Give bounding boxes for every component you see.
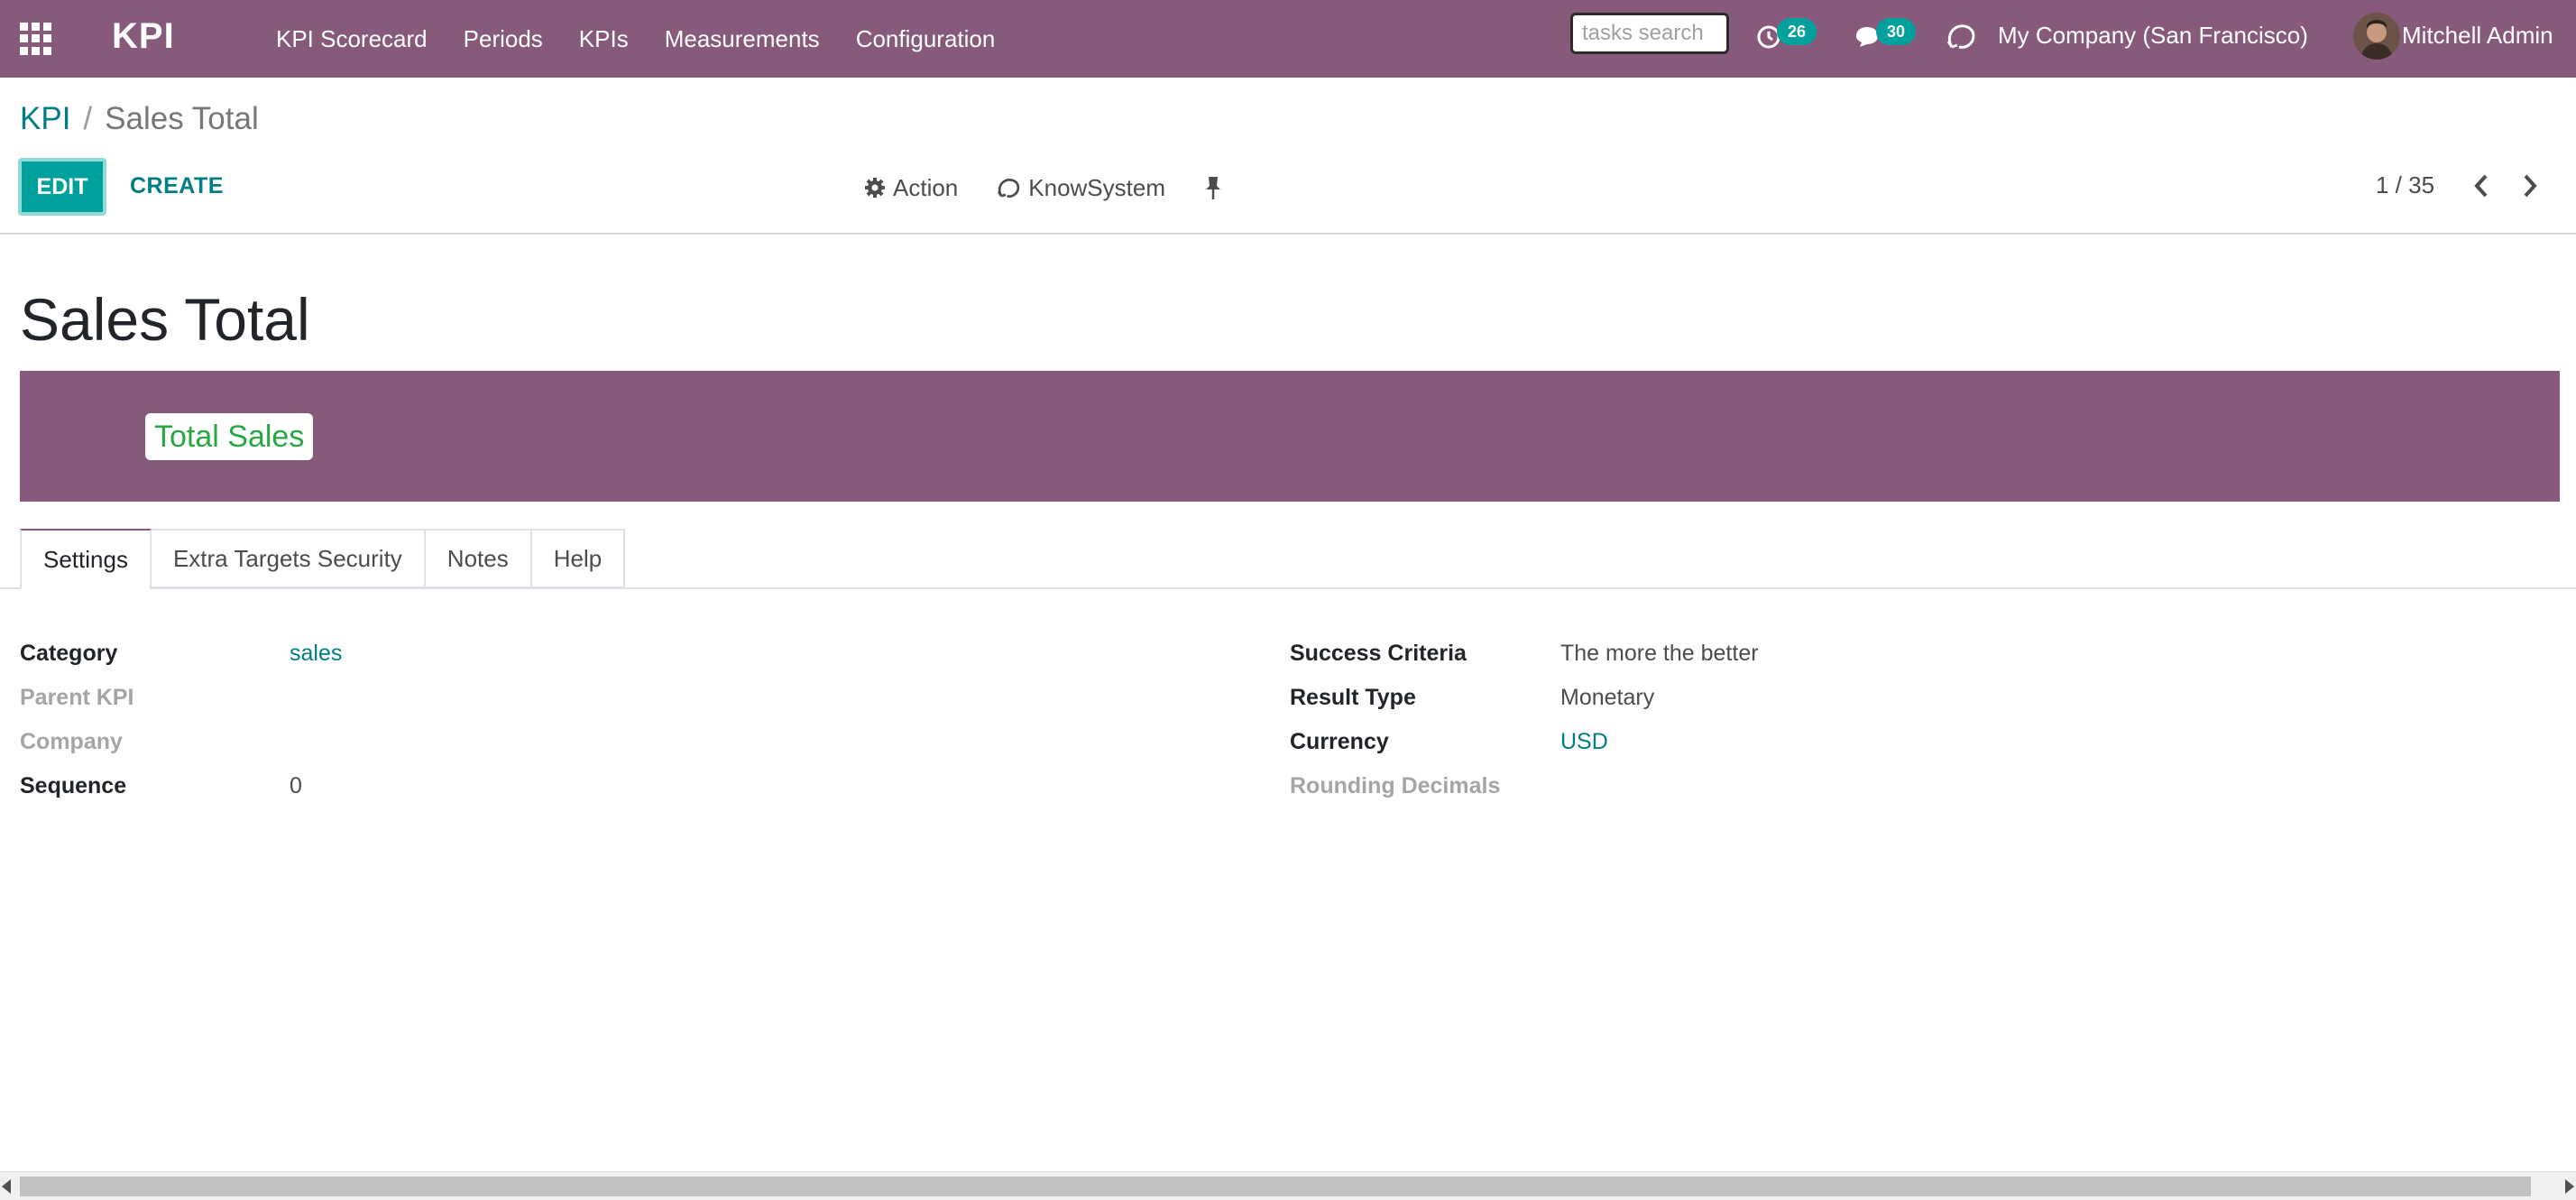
pager-value[interactable]: 1 / 35 (2376, 171, 2434, 199)
menu-item-periods[interactable]: Periods (464, 25, 543, 53)
result-type-value: Monetary (1560, 685, 1655, 710)
top-navbar: KPI KPI Scorecard Periods KPIs Measureme… (0, 0, 2576, 78)
action-label: Action (893, 173, 959, 201)
menu-item-measurements[interactable]: Measurements (665, 25, 820, 53)
category-label: Category (20, 641, 118, 666)
tab-settings[interactable]: Settings (20, 529, 152, 590)
menu-item-kpis[interactable]: KPIs (579, 25, 629, 53)
knowsystem-button[interactable]: KnowSystem (996, 174, 1165, 202)
sequence-value: 0 (290, 773, 302, 798)
success-criteria-value: The more the better (1560, 641, 1759, 666)
menu-item-configuration[interactable]: Configuration (856, 25, 996, 53)
scroll-right-arrow-icon[interactable] (2565, 1179, 2574, 1194)
user-menu[interactable]: Mitchell Admin (2402, 22, 2553, 50)
apps-grid-icon[interactable] (20, 23, 52, 55)
tab-extra-targets-security[interactable]: Extra Targets Security (149, 529, 426, 588)
avatar[interactable] (2353, 13, 2400, 60)
record-title: Sales Total (20, 286, 310, 353)
messages-count-badge: 30 (1876, 18, 1916, 45)
chevron-left-icon[interactable] (2471, 172, 2491, 204)
edit-button[interactable]: EDIT (18, 158, 106, 216)
tab-help[interactable]: Help (529, 529, 626, 588)
activity-count-badge: 26 (1777, 18, 1817, 45)
action-dropdown[interactable]: Action (864, 174, 958, 202)
breadcrumb: KPI / Sales Total (20, 101, 259, 137)
horizontal-scrollbar[interactable] (0, 1171, 2576, 1200)
scrollbar-thumb[interactable] (20, 1177, 2531, 1196)
company-label: Company (20, 729, 123, 754)
app-brand[interactable]: KPI (112, 16, 175, 57)
success-criteria-label: Success Criteria (1290, 641, 1467, 666)
main-menu: KPI Scorecard Periods KPIs Measurements … (276, 0, 1031, 78)
knowsystem-icon[interactable] (1945, 20, 1977, 57)
company-switcher[interactable]: My Company (San Francisco) (1998, 22, 2308, 50)
pin-icon[interactable] (1203, 175, 1230, 200)
kpi-banner: Total Sales (20, 371, 2560, 502)
sequence-label: Sequence (20, 773, 127, 798)
knowsystem-label: KnowSystem (1028, 173, 1165, 201)
gear-icon (865, 178, 885, 198)
banner-label: Total Sales (145, 413, 314, 460)
control-panel-divider (0, 233, 2576, 235)
systray: 26 30 My Company (San Francisco) Mitchel… (1548, 0, 2576, 78)
category-value[interactable]: sales (290, 641, 342, 667)
parent-kpi-label: Parent KPI (20, 685, 134, 710)
currency-label: Currency (1290, 729, 1389, 754)
breadcrumb-separator: / (83, 101, 93, 136)
form-tabs: Settings Extra Targets Security Notes He… (20, 529, 626, 590)
tasks-search-input[interactable] (1570, 13, 1729, 54)
result-type-label: Result Type (1290, 685, 1416, 710)
currency-value[interactable]: USD (1560, 729, 1608, 755)
chevron-right-icon[interactable] (2520, 172, 2540, 204)
rounding-decimals-label: Rounding Decimals (1290, 773, 1501, 798)
control-panel-actions: Action KnowSystem (864, 171, 1268, 204)
tab-notes[interactable]: Notes (423, 529, 532, 588)
knowsystem-icon (998, 178, 1020, 198)
menu-item-kpi-scorecard[interactable]: KPI Scorecard (276, 25, 428, 53)
breadcrumb-parent[interactable]: KPI (20, 101, 70, 137)
create-button[interactable]: CREATE (130, 173, 224, 199)
scroll-left-arrow-icon[interactable] (2, 1179, 11, 1194)
breadcrumb-current: Sales Total (105, 101, 259, 136)
